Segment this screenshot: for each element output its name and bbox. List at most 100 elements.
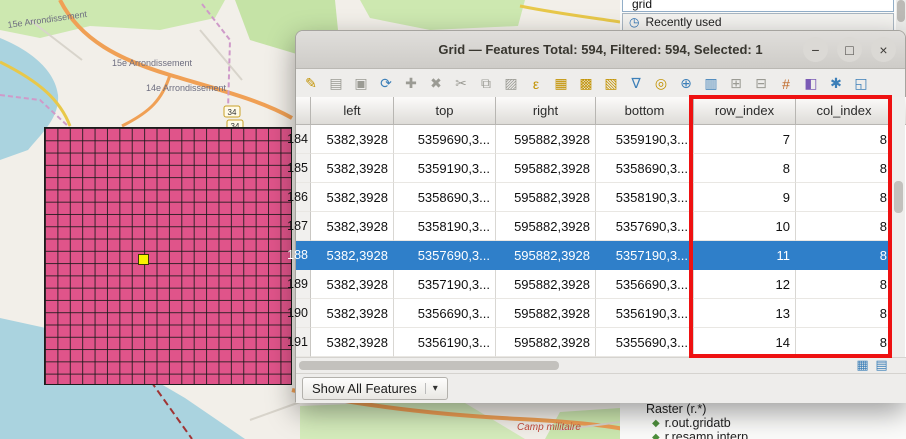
- cell-row-index[interactable]: 9: [694, 183, 796, 212]
- vertical-scrollbar-thumb[interactable]: [894, 181, 903, 213]
- multiedit-mode-icon[interactable]: ▤: [326, 74, 346, 94]
- cell-row-index[interactable]: 7: [694, 125, 796, 154]
- cell-row-index[interactable]: 14: [694, 328, 796, 357]
- row-number[interactable]: 187: [296, 212, 311, 241]
- add-feature-icon[interactable]: ✚: [401, 74, 421, 94]
- zoom-to-selection-icon[interactable]: ◎: [651, 74, 671, 94]
- cell-left[interactable]: 5382,3928: [311, 241, 394, 270]
- cell-row-index[interactable]: 13: [694, 299, 796, 328]
- pan-to-selection-icon[interactable]: ⊕: [676, 74, 696, 94]
- cell-right[interactable]: 595882,3928: [496, 328, 596, 357]
- toolbox-scrollbar[interactable]: [896, 0, 906, 30]
- cell-top[interactable]: 5359690,3...: [394, 125, 496, 154]
- toggle-editing-icon[interactable]: ✎: [301, 74, 321, 94]
- row-number[interactable]: 185: [296, 154, 311, 183]
- column-header-right[interactable]: right: [496, 97, 596, 125]
- cell-right[interactable]: 595882,3928: [496, 183, 596, 212]
- organize-columns-icon[interactable]: ▥: [701, 74, 721, 94]
- column-header-col-index[interactable]: col_index: [796, 97, 893, 125]
- cell-right[interactable]: 595882,3928: [496, 154, 596, 183]
- table-row[interactable]: 190 5382,3928 5356690,3... 595882,3928 5…: [296, 299, 906, 328]
- table-row[interactable]: 187 5382,3928 5358190,3... 595882,3928 5…: [296, 212, 906, 241]
- field-calculator-icon[interactable]: #: [776, 74, 796, 94]
- cell-top[interactable]: 5356690,3...: [394, 299, 496, 328]
- horizontal-scrollbar-thumb[interactable]: [299, 361, 559, 370]
- cell-col-index[interactable]: 8: [796, 328, 893, 357]
- close-button[interactable]: ×: [871, 37, 896, 62]
- cell-top[interactable]: 5358690,3...: [394, 183, 496, 212]
- conditional-formatting-icon[interactable]: ◧: [801, 74, 821, 94]
- cell-col-index[interactable]: 8: [796, 125, 893, 154]
- cut-icon[interactable]: ✂: [451, 74, 471, 94]
- cell-bottom[interactable]: 5357690,3...: [596, 212, 694, 241]
- cell-bottom[interactable]: 5357190,3...: [596, 241, 694, 270]
- actions-icon[interactable]: ✱: [826, 74, 846, 94]
- cell-right[interactable]: 595882,3928: [496, 241, 596, 270]
- cell-left[interactable]: 5382,3928: [311, 270, 394, 299]
- column-header-row-index[interactable]: row_index: [694, 97, 796, 125]
- feature-filter-button[interactable]: Show All Features ▾: [302, 377, 448, 400]
- cell-bottom[interactable]: 5358690,3...: [596, 154, 694, 183]
- row-number[interactable]: 191: [296, 328, 311, 357]
- maximize-button[interactable]: □: [837, 37, 862, 62]
- filter-icon[interactable]: ∇: [626, 74, 646, 94]
- select-all-icon[interactable]: ▦: [551, 74, 571, 94]
- toolbox-algorithm[interactable]: ◆ r.resamp.interp: [652, 430, 748, 439]
- deselect-all-icon[interactable]: ▧: [601, 74, 621, 94]
- cell-top[interactable]: 5359190,3...: [394, 154, 496, 183]
- table-view-icon[interactable]: ▦: [855, 358, 870, 372]
- cell-left[interactable]: 5382,3928: [311, 299, 394, 328]
- cell-col-index[interactable]: 8: [796, 241, 893, 270]
- cell-top[interactable]: 5358190,3...: [394, 212, 496, 241]
- cell-left[interactable]: 5382,3928: [311, 154, 394, 183]
- column-header-top[interactable]: top: [394, 97, 496, 125]
- cell-right[interactable]: 595882,3928: [496, 212, 596, 241]
- vertical-scrollbar[interactable]: [891, 97, 905, 357]
- table-row[interactable]: 184 5382,3928 5359690,3... 595882,3928 5…: [296, 125, 906, 154]
- minimize-button[interactable]: −: [803, 37, 828, 62]
- cell-row-index[interactable]: 11: [694, 241, 796, 270]
- cell-left[interactable]: 5382,3928: [311, 125, 394, 154]
- cell-top[interactable]: 5357190,3...: [394, 270, 496, 299]
- recently-used-group[interactable]: ◷ Recently used: [622, 13, 894, 31]
- new-field-icon[interactable]: ⊞: [726, 74, 746, 94]
- dock-table-icon[interactable]: ◱: [851, 74, 871, 94]
- cell-bottom[interactable]: 5356190,3...: [596, 299, 694, 328]
- toolbox-group-raster[interactable]: Raster (r.*): [646, 402, 706, 416]
- form-view-icon[interactable]: ▤: [874, 358, 889, 372]
- column-header-bottom[interactable]: bottom: [596, 97, 694, 125]
- cell-col-index[interactable]: 8: [796, 299, 893, 328]
- cell-row-index[interactable]: 10: [694, 212, 796, 241]
- cell-col-index[interactable]: 8: [796, 183, 893, 212]
- cell-left[interactable]: 5382,3928: [311, 328, 394, 357]
- cell-bottom[interactable]: 5356690,3...: [596, 270, 694, 299]
- row-number[interactable]: 186: [296, 183, 311, 212]
- toolbox-algorithm[interactable]: ◆ r.out.gridatb: [652, 416, 731, 430]
- cell-bottom[interactable]: 5355690,3...: [596, 328, 694, 357]
- cell-bottom[interactable]: 5359190,3...: [596, 125, 694, 154]
- table-row[interactable]: 185 5382,3928 5359190,3... 595882,3928 5…: [296, 154, 906, 183]
- table-row[interactable]: 191 5382,3928 5356190,3... 595882,3928 5…: [296, 328, 906, 357]
- cell-col-index[interactable]: 8: [796, 212, 893, 241]
- delete-field-icon[interactable]: ⊟: [751, 74, 771, 94]
- cell-right[interactable]: 595882,3928: [496, 299, 596, 328]
- cell-left[interactable]: 5382,3928: [311, 183, 394, 212]
- cell-left[interactable]: 5382,3928: [311, 212, 394, 241]
- cell-row-index[interactable]: 12: [694, 270, 796, 299]
- copy-icon[interactable]: ⧉: [476, 74, 496, 94]
- paste-icon[interactable]: ▨: [501, 74, 521, 94]
- row-number[interactable]: 184: [296, 125, 311, 154]
- cell-row-index[interactable]: 8: [694, 154, 796, 183]
- invert-selection-icon[interactable]: ▩: [576, 74, 596, 94]
- cell-col-index[interactable]: 8: [796, 154, 893, 183]
- save-edits-icon[interactable]: ▣: [351, 74, 371, 94]
- column-header-left[interactable]: left: [311, 97, 394, 125]
- table-row-selected[interactable]: 188 5382,3928 5357690,3... 595882,3928 5…: [296, 241, 906, 270]
- horizontal-scrollbar[interactable]: [296, 357, 906, 373]
- cell-bottom[interactable]: 5358190,3...: [596, 183, 694, 212]
- toolbox-search-input[interactable]: [622, 0, 894, 12]
- corner-header[interactable]: [296, 97, 311, 125]
- delete-selected-icon[interactable]: ✖: [426, 74, 446, 94]
- row-number[interactable]: 188: [296, 241, 311, 270]
- cell-top[interactable]: 5357690,3...: [394, 241, 496, 270]
